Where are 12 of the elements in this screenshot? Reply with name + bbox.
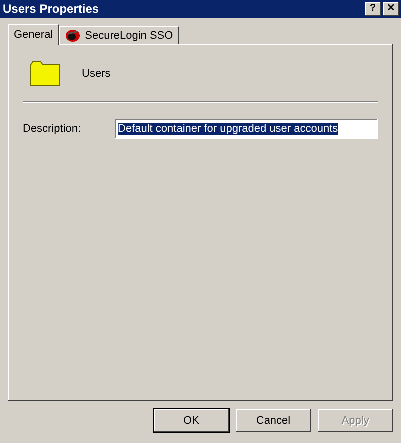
- dialog-button[interactable]: OK: [154, 409, 229, 432]
- description-label: Description:: [23, 123, 82, 135]
- tab[interactable]: SecureLogin SSO: [59, 26, 180, 44]
- help-button[interactable]: ?: [365, 2, 381, 16]
- description-field[interactable]: Default container for upgraded user accounts: [115, 119, 378, 139]
- tab[interactable]: General: [8, 24, 60, 45]
- window-title: Users Properties: [3, 2, 100, 16]
- object-name: Users: [82, 68, 111, 80]
- dialog-button[interactable]: Cancel: [236, 409, 311, 432]
- mask-icon: [65, 28, 82, 42]
- close-button[interactable]: ✕: [383, 2, 399, 16]
- folder-icon: [30, 60, 62, 88]
